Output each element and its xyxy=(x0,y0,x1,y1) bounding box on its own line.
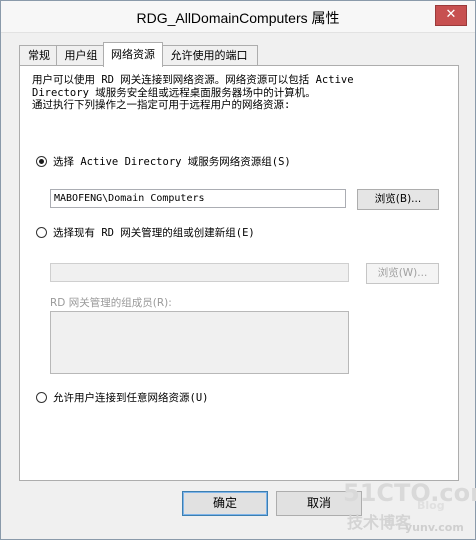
description-text: 用户可以使用 RD 网关连接到网络资源。网络资源可以包括 Active Dire… xyxy=(32,74,354,111)
radio-rdg-group-label: 选择现有 RD 网关管理的组或创建新组(E) xyxy=(53,227,255,239)
properties-dialog: RDG_AllDomainComputers 属性 ✕ 常规 用户组 网络资源 … xyxy=(0,0,476,540)
watermark-site: yunv.com xyxy=(405,521,464,534)
watermark-51cto: 51CTO.com xyxy=(343,479,476,507)
rdg-members-list[interactable] xyxy=(50,311,349,374)
tab-allowed-ports[interactable]: 允许使用的端口 xyxy=(160,45,258,66)
rdg-members-label: RD 网关管理的组成员(R): xyxy=(50,297,172,309)
radio-unchecked-icon[interactable] xyxy=(36,227,47,238)
tab-user-groups[interactable]: 用户组 xyxy=(56,45,106,66)
title-bar: RDG_AllDomainComputers 属性 ✕ xyxy=(1,1,475,33)
tab-general[interactable]: 常规 xyxy=(19,45,59,66)
browse-ad-button[interactable]: 浏览(B)... xyxy=(357,189,439,210)
radio-checked-icon[interactable] xyxy=(36,156,47,167)
radio-ad-group-label: 选择 Active Directory 域服务网络资源组(S) xyxy=(53,156,291,168)
close-button[interactable]: ✕ xyxy=(435,5,467,26)
window-title: RDG_AllDomainComputers 属性 xyxy=(136,10,340,26)
watermark-blog: Blog xyxy=(417,499,445,512)
watermark-blog-cn: 技术博客 xyxy=(347,513,412,532)
radio-unchecked-icon[interactable] xyxy=(36,392,47,403)
ok-button[interactable]: 确定 xyxy=(182,491,268,516)
tab-network-resources[interactable]: 网络资源 xyxy=(103,42,163,67)
rdg-group-field[interactable] xyxy=(50,263,349,282)
radio-any-resource-label: 允许用户连接到任意网络资源(U) xyxy=(53,392,209,404)
ad-group-field[interactable]: MABOFENG\Domain Computers xyxy=(50,189,346,208)
tab-panel-network-resources: 用户可以使用 RD 网关连接到网络资源。网络资源可以包括 Active Dire… xyxy=(19,65,459,481)
browse-rdg-button[interactable]: 浏览(W)... xyxy=(366,263,439,284)
